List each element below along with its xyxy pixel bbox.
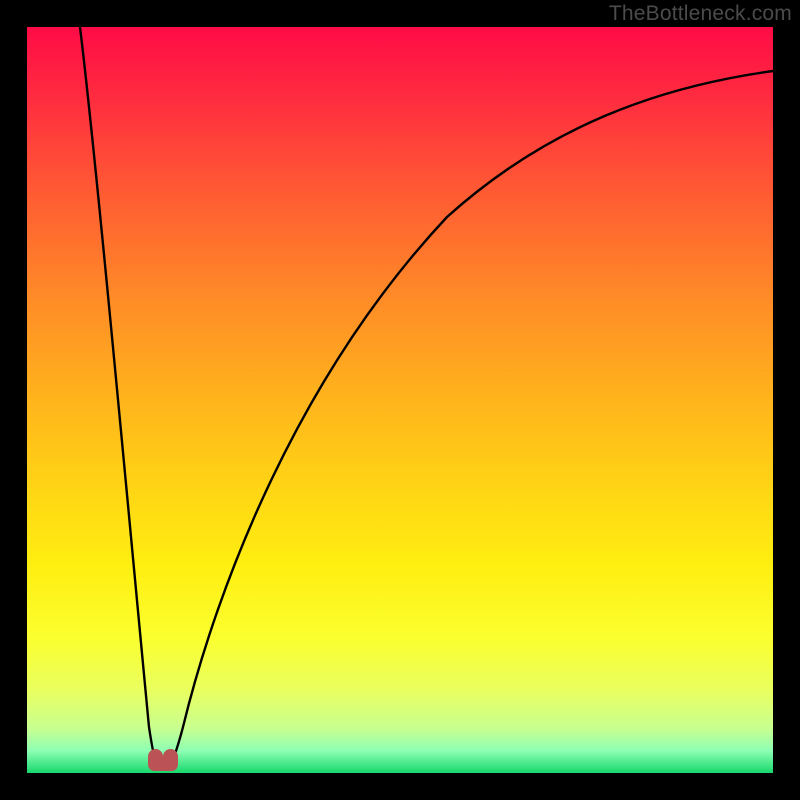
watermark-text: TheBottleneck.com bbox=[609, 2, 792, 26]
plot-frame bbox=[27, 27, 773, 773]
marker-bridge bbox=[154, 759, 172, 771]
optimal-point-marker bbox=[148, 746, 178, 773]
bottleneck-curve bbox=[27, 27, 773, 773]
